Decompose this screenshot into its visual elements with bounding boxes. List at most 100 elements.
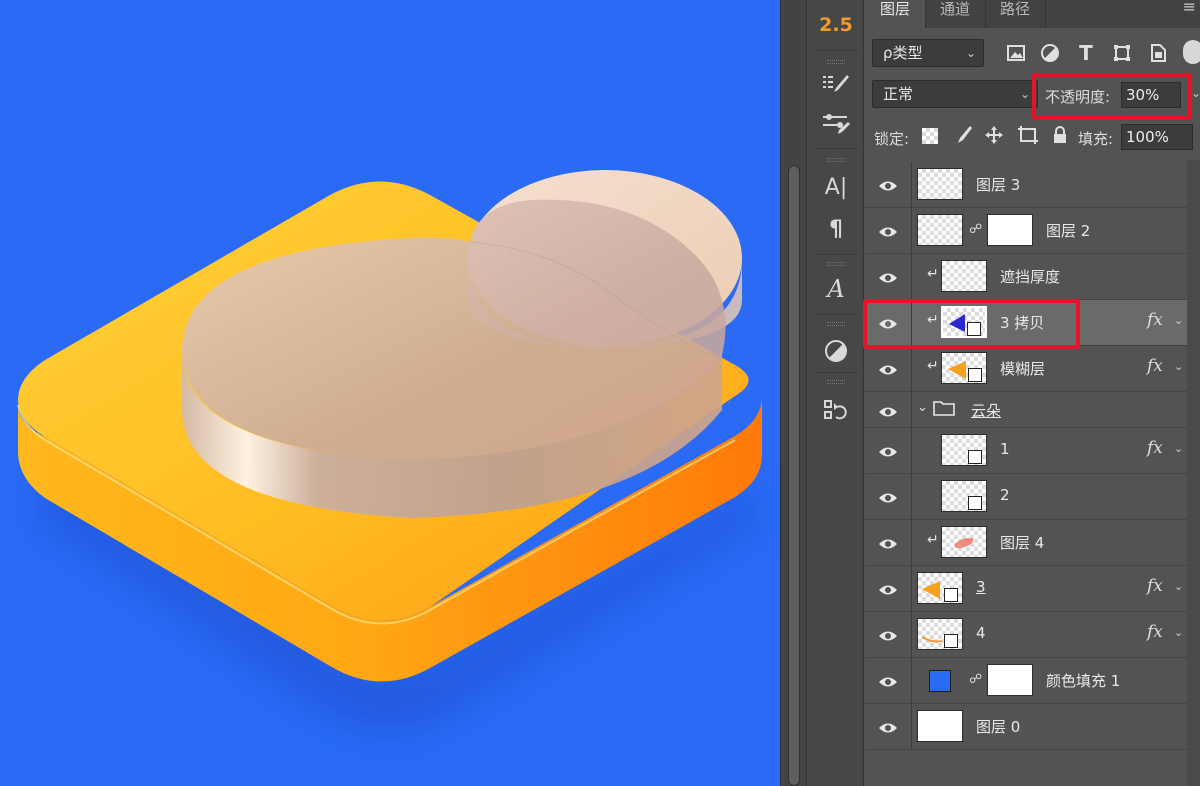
canvas-scroll-thumb[interactable] (788, 165, 800, 786)
filter-label: ρ类型 (883, 44, 923, 62)
fill-color-swatch[interactable] (929, 670, 951, 692)
group-name[interactable]: 云朵 (971, 400, 1001, 421)
layer-mask-thumbnail[interactable] (987, 214, 1033, 246)
layer-mask-thumbnail[interactable] (987, 664, 1033, 696)
layers-panel: 图层 通道 路径 ≡ ρ类型 ⌄ T 正常 ⌄ 不透明度: 30% ⌄ 锁定: … (863, 0, 1200, 786)
filter-toggle[interactable] (1183, 40, 1200, 64)
layer-name[interactable]: 模糊层 (1000, 358, 1045, 379)
blend-mode-value: 正常 (883, 85, 914, 103)
filter-type-icon[interactable]: T (1075, 41, 1097, 65)
visibility-eye-icon[interactable] (878, 536, 898, 550)
effects-fx-icon[interactable]: fx (1147, 438, 1163, 458)
layer-row[interactable]: ↵ 图层 4 (865, 520, 1187, 566)
layer-row[interactable]: 3 fx ⌄ (865, 566, 1187, 612)
layer-name[interactable]: 图层 2 (1046, 220, 1090, 241)
layer-row[interactable]: 图层 0 (865, 704, 1187, 750)
panel-menu-icon[interactable]: ≡ (1183, 0, 1196, 15)
selected-layer-highlight (863, 299, 1080, 349)
filter-shape-icon[interactable] (1111, 42, 1133, 64)
layer-name[interactable]: 图层 0 (976, 716, 1020, 737)
layer-name[interactable]: 颜色填充 1 (1046, 670, 1120, 691)
tab-layers[interactable]: 图层 (865, 0, 927, 28)
visibility-eye-icon[interactable] (878, 674, 898, 688)
layer-name[interactable]: 4 (976, 624, 986, 642)
layer-row[interactable]: 4 fx ⌄ (865, 612, 1187, 658)
smart-object-badge-icon (968, 450, 982, 464)
fill-field[interactable]: 100% (1121, 124, 1193, 150)
effects-fx-icon[interactable]: fx (1147, 310, 1163, 330)
folder-icon (933, 400, 955, 420)
visibility-eye-icon[interactable] (878, 362, 898, 376)
glyphs-glyph: A (827, 275, 845, 303)
effects-fx-icon[interactable]: fx (1147, 356, 1163, 376)
mask-link-icon[interactable]: ☍ (969, 672, 982, 687)
layer-row[interactable]: ☍ 图层 2 (865, 208, 1187, 254)
tab-channels[interactable]: 通道 (925, 0, 987, 28)
paragraph-glyph: ¶ (829, 216, 843, 242)
layer-name[interactable]: 遮挡厚度 (1000, 266, 1060, 287)
layer-row[interactable]: ☍ 颜色填充 1 (865, 658, 1187, 704)
layers-list: 图层 3 ☍ 图层 2 ↵ 遮挡厚度 ↵ 3 拷贝 fx ⌄ ↵ 模糊层 fx … (865, 160, 1200, 786)
layer-filter-dropdown[interactable]: ρ类型 ⌄ (872, 39, 984, 67)
filter-smart-object-icon[interactable] (1147, 42, 1169, 64)
history-icon[interactable] (807, 394, 865, 428)
document-canvas[interactable] (0, 0, 780, 786)
visibility-eye-icon[interactable] (878, 582, 898, 596)
layer-row[interactable]: 1 fx ⌄ (865, 428, 1187, 474)
visibility-eye-icon[interactable] (878, 404, 898, 418)
blend-mode-dropdown[interactable]: 正常 ⌄ (872, 80, 1038, 108)
layer-name[interactable]: 3 (976, 578, 986, 596)
paragraph-icon[interactable]: ¶ (807, 212, 865, 246)
smart-object-badge-icon (944, 634, 958, 648)
lock-position-icon[interactable] (984, 125, 1004, 149)
canvas-scrollbar[interactable] (780, 0, 806, 786)
layer-name[interactable]: 1 (1000, 440, 1010, 458)
filter-adjustment-icon[interactable] (1039, 42, 1061, 64)
panel-tabs: 图层 通道 路径 ≡ (865, 0, 1200, 28)
effects-expand-icon[interactable]: ⌄ (1174, 314, 1183, 327)
layer-row[interactable]: ↵ 遮挡厚度 (865, 254, 1187, 300)
effects-expand-icon[interactable]: ⌄ (1174, 442, 1183, 455)
adjustments-icon[interactable] (807, 334, 865, 368)
mask-link-icon[interactable]: ☍ (969, 222, 982, 237)
layer-thumbnail (917, 710, 963, 742)
visibility-eye-icon[interactable] (878, 720, 898, 734)
brush-preset-icon[interactable] (807, 68, 865, 102)
panel-dock: 2.5 A| ¶ A (806, 0, 864, 786)
group-expand-chevron-icon[interactable]: ⌄ (917, 400, 928, 415)
visibility-eye-icon[interactable] (878, 490, 898, 504)
filter-pixel-icon[interactable] (1005, 42, 1027, 64)
visibility-eye-icon[interactable] (878, 224, 898, 238)
lock-artboard-icon[interactable] (1017, 125, 1039, 149)
lock-all-icon[interactable] (1052, 126, 1068, 148)
layer-thumbnail (941, 352, 987, 384)
effects-expand-icon[interactable]: ⌄ (1174, 626, 1183, 639)
lock-label: 锁定: (874, 130, 910, 148)
group-row[interactable]: ⌄ 云朵 (865, 392, 1187, 428)
layer-name[interactable]: 图层 3 (976, 174, 1020, 195)
tab-paths[interactable]: 路径 (985, 0, 1047, 28)
smart-object-badge-icon (968, 496, 982, 510)
effects-fx-icon[interactable]: fx (1147, 622, 1163, 642)
visibility-eye-icon[interactable] (878, 178, 898, 192)
effects-fx-icon[interactable]: fx (1147, 576, 1163, 596)
visibility-eye-icon[interactable] (878, 270, 898, 284)
glyphs-icon[interactable]: A (807, 272, 865, 306)
layer-row[interactable]: 图层 3 (865, 162, 1187, 208)
layer-row[interactable]: ↵ 模糊层 fx ⌄ (865, 346, 1187, 392)
lock-transparent-icon[interactable] (922, 128, 938, 144)
visibility-eye-icon[interactable] (878, 628, 898, 642)
opacity-chevron-icon[interactable]: ⌄ (1191, 86, 1200, 100)
effects-expand-icon[interactable]: ⌄ (1174, 580, 1183, 593)
opacity-highlight (1032, 73, 1192, 120)
brush-settings-icon[interactable] (807, 108, 865, 142)
layer-row[interactable]: 2 (865, 474, 1187, 520)
visibility-eye-icon[interactable] (878, 444, 898, 458)
layers-scrollbar[interactable] (1187, 160, 1200, 786)
layer-name[interactable]: 2 (1000, 486, 1010, 504)
lock-image-icon[interactable] (953, 124, 973, 150)
layer-thumbnail (941, 260, 987, 292)
character-icon[interactable]: A| (807, 170, 865, 204)
layer-name[interactable]: 图层 4 (1000, 532, 1044, 553)
effects-expand-icon[interactable]: ⌄ (1174, 360, 1183, 373)
